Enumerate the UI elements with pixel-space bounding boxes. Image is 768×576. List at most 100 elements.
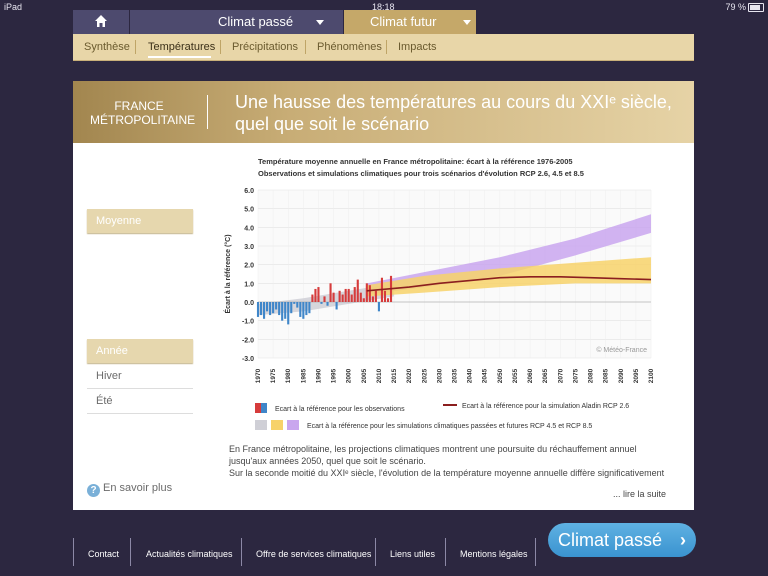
x-tick-label: 2025 [421, 368, 428, 383]
observation-bar [256, 302, 260, 317]
x-tick-label: 2060 [527, 368, 534, 383]
active-tab-underline [148, 56, 211, 58]
observation-bar [341, 294, 344, 302]
region-label: FRANCE MÉTROPOLITAINE [90, 99, 195, 127]
y-tick-label: 4.0 [244, 225, 254, 232]
observation-bar [338, 290, 341, 302]
title-line-1: Une hausse des températures au cours du … [235, 92, 672, 112]
x-tick-label: 2035 [452, 368, 459, 383]
tab-synthese[interactable]: Synthèse [84, 34, 130, 60]
legend-swatch-rcp45 [271, 420, 283, 430]
tab-divider [135, 40, 136, 54]
y-tick-label: -1.0 [242, 319, 254, 326]
x-tick-label: 2015 [391, 368, 398, 383]
x-tick-label: 1970 [255, 368, 262, 383]
footer-actualites[interactable]: Actualités climatiques [146, 540, 233, 568]
footer-offre[interactable]: Offre de services climatiques [256, 540, 371, 568]
legend-label: Ecart à la référence pour les simulation… [307, 423, 593, 430]
footer-divider [535, 538, 536, 566]
description-line-2: Sur la seconde moitié du XXIᵉ siècle, l'… [229, 468, 665, 478]
footer-divider [445, 538, 446, 566]
info-link-label: En savoir plus [103, 482, 173, 494]
x-tick-label: 1985 [300, 368, 307, 383]
home-icon [95, 15, 107, 27]
battery-icon [748, 3, 764, 12]
content-card: FRANCE MÉTROPOLITAINE Une hausse des tem… [73, 81, 694, 510]
tab-phenomenes[interactable]: Phénomènes [317, 34, 382, 60]
observation-bar [290, 302, 293, 314]
x-tick-label: 1990 [315, 368, 322, 383]
x-tick-label: 2055 [512, 368, 519, 383]
sub-nav: Synthèse Températures Précipitations Phé… [73, 34, 694, 61]
y-axis-label: Écart à la référence (°C) [223, 234, 232, 313]
observation-bar [259, 302, 263, 316]
observation-bar [377, 302, 380, 312]
observation-bar [320, 302, 323, 304]
x-tick-label: 2090 [618, 368, 625, 383]
observation-bar [296, 302, 299, 308]
tab-precipitations[interactable]: Précipitations [232, 34, 298, 60]
read-more-link[interactable]: ... lire la suite [613, 489, 666, 499]
card-header: FRANCE MÉTROPOLITAINE Une hausse des tem… [73, 81, 694, 143]
footer-mentions[interactable]: Mentions légales [460, 540, 528, 568]
observation-bar [266, 302, 269, 312]
footer-divider [241, 538, 242, 566]
climat-futur-menu[interactable]: Climat futur [344, 10, 476, 34]
footer-divider [375, 538, 376, 566]
legend-label: Ecart à la référence pour les observatio… [275, 406, 405, 413]
y-tick-label: -2.0 [242, 337, 254, 344]
legend-swatch-rcp85 [287, 420, 299, 430]
legend-label: Ecart à la référence pour la simulation … [462, 403, 630, 410]
chart-subtitle: Observations et simulations climatiques … [258, 169, 584, 178]
y-tick-label: 3.0 [244, 244, 254, 251]
filter-hiver[interactable]: Hiver [87, 364, 193, 389]
tab-divider [220, 40, 221, 54]
y-tick-label: 6.0 [244, 188, 254, 195]
climat-futur-label: Climat futur [370, 14, 437, 29]
x-tick-label: 1975 [270, 368, 277, 383]
chevron-right-icon: › [680, 530, 686, 550]
device-label: iPad [4, 2, 23, 12]
tab-impacts[interactable]: Impacts [398, 34, 437, 60]
x-tick-label: 1980 [285, 368, 292, 383]
x-tick-label: 2075 [572, 368, 579, 383]
observation-bar [383, 290, 387, 302]
footer-divider [73, 538, 74, 566]
observation-bar [299, 302, 302, 317]
title-line-2: quel que soit le scénario [235, 114, 430, 134]
description-line-1: En France métropolitaine, les projection… [229, 444, 637, 466]
filter-moyenne[interactable]: Moyenne [87, 209, 193, 233]
filter-ete[interactable]: Été [87, 389, 193, 414]
x-tick-label: 2010 [376, 368, 383, 383]
observation-bar [329, 283, 332, 302]
observation-bar [374, 290, 377, 302]
observation-bar [347, 288, 350, 302]
climat-passe-button-label: Climat passé [558, 530, 663, 550]
y-tick-label: -3.0 [242, 356, 254, 363]
x-tick-label: 2020 [406, 368, 413, 383]
observation-bar [365, 283, 368, 302]
temperature-chart: 6.0 5.0 4.0 3.0 2.0 1.0 0.0 -1.0 -2.0 -3.01970 197… [223, 188, 655, 383]
info-link[interactable]: ? En savoir plus [87, 482, 172, 497]
x-tick-label: 2065 [542, 368, 549, 383]
climat-passe-button[interactable]: Climat passé › [548, 523, 696, 557]
x-tick-label: 2050 [497, 368, 504, 383]
x-tick-label: 2045 [482, 368, 489, 383]
climat-passe-menu[interactable]: Climat passé [130, 10, 343, 34]
footer-contact[interactable]: Contact [88, 540, 119, 568]
observation-bar [284, 302, 287, 319]
y-tick-label: 0.0 [244, 300, 254, 307]
observation-bar [308, 302, 311, 314]
observation-bar [314, 288, 317, 302]
observation-bar [326, 302, 329, 306]
y-tick-label: 2.0 [244, 263, 254, 270]
header-divider [207, 95, 208, 129]
watermark: © Météo-France [596, 346, 647, 354]
footer-liens[interactable]: Liens utiles [390, 540, 435, 568]
legend-observations: Ecart à la référence pour les observatio… [255, 403, 405, 413]
climat-passe-label: Climat passé [218, 14, 294, 29]
observation-bar [272, 302, 275, 314]
observation-bar [335, 302, 338, 310]
filter-annee[interactable]: Année [87, 339, 193, 363]
home-button[interactable] [73, 10, 129, 34]
